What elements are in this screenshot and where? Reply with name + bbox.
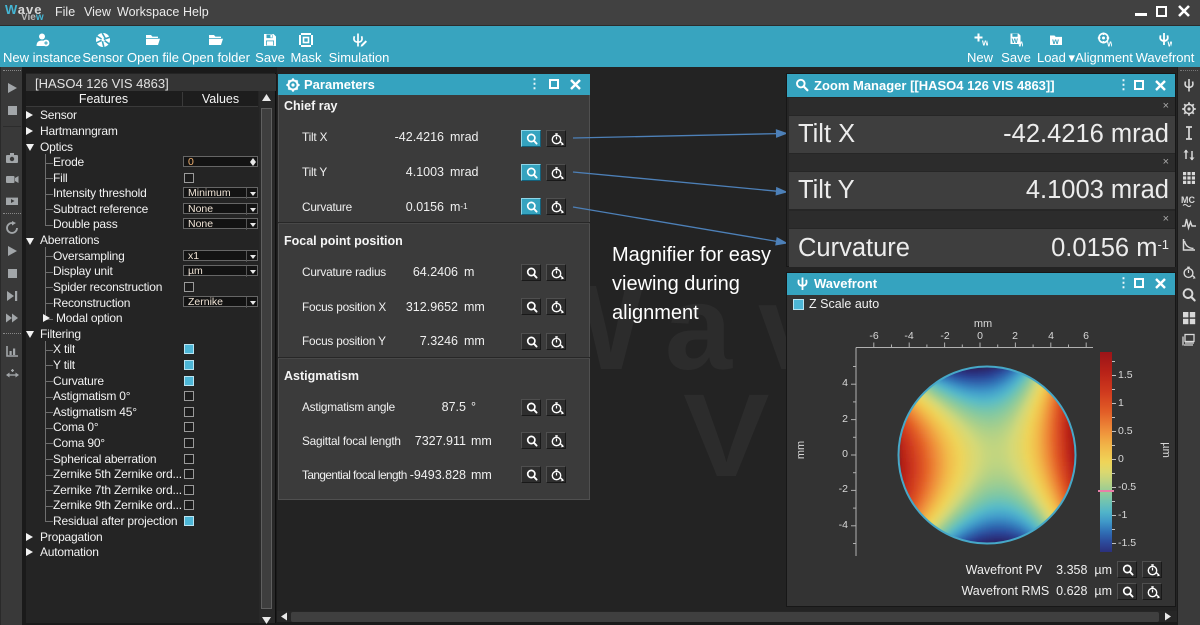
svg-text:w: w: [1017, 39, 1023, 48]
svg-text:w: w: [1051, 36, 1059, 46]
svg-text:MC: MC: [1181, 195, 1195, 205]
svg-text:w: w: [1106, 39, 1112, 48]
svg-text:w: w: [1167, 39, 1173, 48]
svg-text:w: w: [981, 38, 988, 48]
